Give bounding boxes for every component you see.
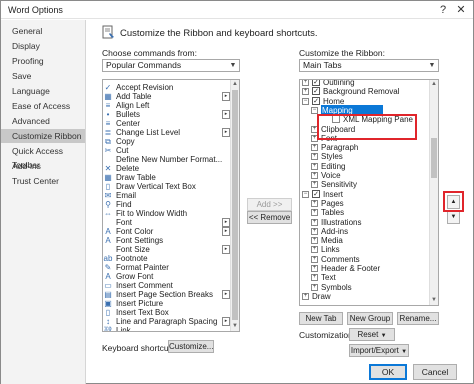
expand-icon[interactable]: + bbox=[311, 255, 318, 263]
commands-list[interactable]: ▲ ▼ ✓ Accept Revision ▦ Add Table ▸ ≡ Align Le… bbox=[102, 79, 240, 332]
word-options-dialog: Word Options ? ✕ General Display Proofing S… bbox=[0, 0, 474, 384]
expand-icon[interactable]: + bbox=[311, 274, 318, 282]
rename-button[interactable]: Rename... bbox=[397, 312, 439, 325]
chevron-down-icon: ▼ bbox=[401, 349, 408, 355]
chevron-down-icon: ▼ bbox=[428, 62, 436, 69]
choose-commands-label: Choose commands from: bbox=[102, 48, 197, 58]
nav-item-display[interactable]: Display bbox=[1, 39, 85, 53]
window-title: Word Options bbox=[8, 5, 63, 15]
move-down-button[interactable]: ▼ bbox=[447, 210, 460, 224]
ribbon-tree-scrollbar[interactable]: ▲ ▼ bbox=[429, 80, 438, 305]
scroll-up-icon[interactable]: ▲ bbox=[231, 80, 239, 89]
expand-icon[interactable]: + bbox=[311, 237, 318, 245]
choose-commands-value: Popular Commands bbox=[106, 60, 182, 70]
ribbon-tree-label: Draw bbox=[312, 291, 331, 301]
link-icon: ⛓ bbox=[103, 326, 114, 332]
reset-label: Reset bbox=[357, 330, 379, 339]
new-tab-button[interactable]: New Tab bbox=[299, 312, 343, 325]
expand-icon[interactable]: + bbox=[302, 292, 309, 300]
expand-icon[interactable]: + bbox=[302, 88, 309, 96]
add-button[interactable]: Add >> bbox=[247, 198, 292, 211]
nav-item-language[interactable]: Language bbox=[1, 84, 85, 98]
customize-ribbon-icon bbox=[102, 25, 115, 39]
customize-ribbon-value: Main Tabs bbox=[303, 60, 342, 70]
customize-keyboard-button[interactable]: Customize... bbox=[168, 340, 214, 353]
chevron-down-icon: ▼ bbox=[229, 62, 237, 69]
scroll-thumb[interactable] bbox=[232, 90, 238, 320]
customize-ribbon-label: Customize the Ribbon: bbox=[299, 48, 385, 58]
expand-icon[interactable]: + bbox=[311, 162, 318, 170]
tab-checkbox[interactable]: ✓ bbox=[312, 87, 320, 96]
expand-icon[interactable]: + bbox=[311, 209, 318, 217]
expand-icon[interactable]: + bbox=[311, 265, 318, 272]
nav-item-trust-center[interactable]: Trust Center bbox=[1, 174, 85, 188]
expand-icon[interactable]: + bbox=[311, 181, 318, 189]
page-heading: Customize the Ribbon and keyboard shortc… bbox=[120, 28, 318, 39]
options-navigation: General Display Proofing Save Language Ease o… bbox=[1, 20, 86, 384]
tab-checkbox[interactable]: ✓ bbox=[312, 80, 320, 86]
scroll-up-icon[interactable]: ▲ bbox=[430, 80, 438, 89]
tab-checkbox[interactable]: ✓ bbox=[312, 189, 320, 198]
close-button[interactable]: ✕ bbox=[453, 3, 469, 17]
expand-icon[interactable]: + bbox=[311, 153, 318, 161]
nav-item-save[interactable]: Save bbox=[1, 69, 85, 83]
move-up-highlight-box bbox=[443, 191, 464, 212]
collapse-icon[interactable]: − bbox=[302, 190, 309, 198]
ribbon-tree-item[interactable]: + Draw bbox=[300, 291, 430, 302]
import-export-label: Import/Export bbox=[350, 346, 399, 355]
cancel-button[interactable]: Cancel bbox=[413, 364, 457, 380]
expand-icon[interactable]: + bbox=[311, 144, 318, 152]
expand-icon[interactable]: + bbox=[311, 172, 318, 179]
collapse-icon[interactable]: − bbox=[311, 106, 318, 114]
help-button[interactable]: ? bbox=[435, 3, 451, 17]
nav-item-general[interactable]: General bbox=[1, 24, 85, 38]
ok-button[interactable]: OK bbox=[369, 364, 407, 380]
choose-commands-dropdown[interactable]: Popular Commands ▼ bbox=[102, 59, 240, 72]
expand-icon[interactable]: + bbox=[302, 80, 309, 86]
expand-icon[interactable]: + bbox=[311, 246, 318, 254]
nav-item-customize-ribbon[interactable]: Customize Ribbon bbox=[1, 129, 85, 143]
command-label: Link bbox=[116, 326, 131, 332]
chevron-down-icon: ▼ bbox=[380, 333, 387, 339]
reset-dropdown-button[interactable]: Reset ▼ bbox=[349, 328, 395, 341]
scroll-down-icon[interactable]: ▼ bbox=[430, 296, 438, 305]
import-export-dropdown-button[interactable]: Import/Export ▼ bbox=[349, 344, 409, 357]
nav-item-add-ins[interactable]: Add-ins bbox=[1, 159, 85, 173]
nav-item-ease-of-access[interactable]: Ease of Access bbox=[1, 99, 85, 113]
scroll-thumb[interactable] bbox=[431, 138, 437, 178]
command-list-item[interactable]: ⛓ Link bbox=[103, 325, 230, 332]
title-bar: Word Options ? ✕ bbox=[1, 1, 473, 19]
remove-button[interactable]: << Remove bbox=[247, 211, 292, 224]
commands-scrollbar[interactable]: ▲ ▼ bbox=[230, 80, 239, 331]
mapping-highlight-box bbox=[317, 114, 417, 140]
scroll-down-icon[interactable]: ▼ bbox=[231, 322, 239, 331]
expand-icon[interactable]: + bbox=[311, 283, 318, 291]
nav-item-proofing[interactable]: Proofing bbox=[1, 54, 85, 68]
keyboard-shortcuts-label: Keyboard shortcuts: bbox=[102, 343, 178, 353]
expand-icon[interactable]: + bbox=[311, 199, 318, 207]
customize-ribbon-dropdown[interactable]: Main Tabs ▼ bbox=[299, 59, 439, 72]
collapse-icon[interactable]: − bbox=[302, 97, 309, 105]
tab-checkbox[interactable]: ✓ bbox=[312, 96, 320, 105]
new-group-button[interactable]: New Group bbox=[347, 312, 393, 325]
nav-item-quick-access-toolbar[interactable]: Quick Access Toolbar bbox=[1, 144, 85, 170]
nav-item-advanced[interactable]: Advanced bbox=[1, 114, 85, 128]
expand-icon[interactable]: + bbox=[311, 227, 318, 235]
expand-icon[interactable]: + bbox=[311, 218, 318, 226]
